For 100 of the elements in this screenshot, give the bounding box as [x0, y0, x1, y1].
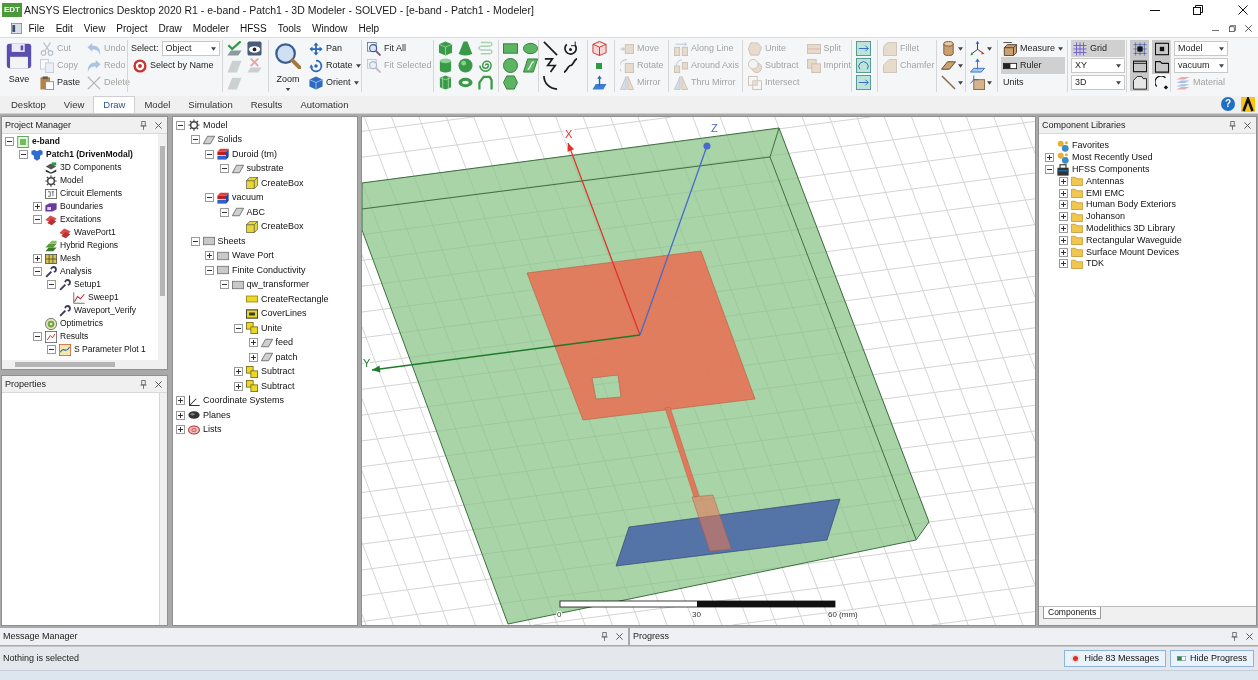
ellipse-icon[interactable] — [523, 41, 538, 56]
tree-item[interactable]: CoverLines — [245, 307, 308, 320]
circle-icon[interactable] — [503, 58, 518, 73]
eye-icon[interactable] — [247, 41, 262, 56]
tree-item[interactable]: Antennas — [1070, 175, 1126, 188]
dropdown[interactable]: Object — [161, 41, 220, 56]
toolbar-button[interactable]: Grid — [1071, 40, 1125, 57]
menu-item[interactable]: Draw — [153, 23, 188, 34]
expand-icon[interactable] — [1045, 153, 1054, 163]
close-icon[interactable] — [1245, 25, 1252, 32]
tree-item[interactable]: TDK — [1070, 257, 1105, 270]
collapse-icon[interactable] — [219, 207, 229, 217]
ribbon-tab[interactable]: Draw — [93, 96, 136, 113]
sheet-curve-icon[interactable] — [856, 58, 871, 73]
tree-item[interactable]: Lists — [187, 423, 223, 436]
tree-item[interactable]: Model — [44, 174, 85, 187]
menu-item[interactable]: Help — [353, 23, 385, 34]
bondwire-icon[interactable] — [478, 75, 493, 90]
collapse-icon[interactable] — [205, 149, 214, 159]
toolbar-button[interactable]: Hide Progress — [1169, 650, 1254, 667]
tree-item[interactable]: e-band — [16, 135, 61, 148]
point-icon[interactable] — [596, 62, 602, 69]
tree-item[interactable]: Rectangular Waveguide — [1070, 234, 1183, 247]
arc-icon[interactable] — [543, 75, 558, 90]
prism-icon[interactable] — [438, 75, 453, 90]
expand-icon[interactable] — [248, 352, 258, 362]
tree-item[interactable]: Modelithics 3D Library — [1070, 222, 1177, 235]
tree-item[interactable]: Setup1 — [58, 278, 102, 291]
tree-item[interactable]: patch — [259, 351, 299, 364]
tree-item[interactable]: Wave Port — [216, 249, 275, 262]
restore-icon[interactable] — [1229, 25, 1236, 32]
hexagon-icon[interactable] — [503, 75, 518, 90]
tool-menu-button[interactable] — [940, 40, 964, 57]
tree-item[interactable]: Circuit Elements — [44, 187, 123, 200]
scrollbar-thumb[interactable] — [15, 362, 115, 367]
ribbon-tab[interactable]: Simulation — [179, 96, 242, 113]
toolbar-button[interactable]: Units — [1001, 74, 1065, 91]
expand-icon[interactable] — [205, 251, 214, 261]
tool-menu-button[interactable] — [969, 40, 993, 57]
expand-icon[interactable] — [1059, 235, 1068, 245]
tree-item[interactable]: Boundaries — [44, 200, 104, 213]
ribbon-tab[interactable]: Model — [135, 96, 180, 113]
spiral-icon[interactable] — [478, 58, 493, 73]
tree-item[interactable]: Subtract — [245, 380, 296, 393]
pin-icon[interactable] — [1231, 632, 1238, 641]
toolbar-button[interactable]: Measure — [1001, 40, 1065, 57]
toolbar-button[interactable]: Pan — [307, 40, 363, 57]
collapse-icon[interactable] — [47, 280, 56, 289]
collapse-icon[interactable] — [190, 135, 200, 145]
wire-cube-icon[interactable] — [592, 41, 607, 56]
tree-item[interactable]: Results — [44, 330, 90, 343]
expand-icon[interactable] — [1059, 212, 1068, 222]
tree-item[interactable]: feed — [259, 336, 295, 349]
ribbon-tab[interactable]: Automation — [291, 96, 358, 113]
tree-item[interactable]: WavePort1 — [58, 226, 117, 239]
dropdown[interactable]: 3D — [1071, 75, 1125, 90]
collapse-icon[interactable] — [33, 332, 42, 341]
minimize-icon[interactable] — [1150, 9, 1160, 11]
restore-icon[interactable] — [1193, 5, 1203, 15]
plane-check-icon[interactable] — [227, 41, 242, 56]
menu-item[interactable]: View — [78, 23, 111, 34]
expand-icon[interactable] — [176, 410, 185, 420]
tree-item[interactable]: Human Body Exteriors — [1070, 198, 1178, 211]
ribbon-tab[interactable]: View — [54, 96, 94, 113]
collapse-icon[interactable] — [19, 150, 28, 159]
tree-item[interactable]: Sheets — [201, 235, 247, 248]
tree-item[interactable]: vacuum — [216, 191, 265, 204]
menu-item[interactable]: Window — [306, 23, 354, 34]
expand-icon[interactable] — [33, 254, 42, 263]
collapse-icon[interactable] — [205, 265, 214, 275]
tree-item[interactable]: Unite — [245, 322, 283, 335]
tool-menu-button[interactable] — [969, 74, 993, 91]
expand-icon[interactable] — [1059, 188, 1068, 198]
tree-item[interactable]: Patch1 (DrivenModal) — [30, 148, 134, 161]
menu-item[interactable]: File — [23, 23, 51, 34]
toolbar-button[interactable]: Paste — [38, 74, 82, 91]
tree-item[interactable]: Duroid (tm) — [216, 148, 278, 161]
collapse-icon[interactable] — [1045, 165, 1054, 174]
collapse-icon[interactable] — [219, 280, 229, 290]
toolbar-button[interactable]: Ruler — [1001, 57, 1065, 74]
view-toggle-button[interactable] — [1152, 74, 1171, 91]
tree-item[interactable]: CreateRectangle — [245, 293, 330, 306]
tree-item[interactable]: substrate — [230, 162, 285, 175]
menu-item[interactable]: Edit — [50, 23, 79, 34]
tree-item[interactable]: Planes — [187, 409, 232, 422]
tree-item[interactable]: Optimetrics — [44, 317, 104, 330]
pin-icon[interactable] — [601, 632, 608, 641]
toolbar-button[interactable]: Fit All — [365, 40, 434, 57]
expand-icon[interactable] — [33, 202, 42, 211]
line-icon[interactable] — [543, 41, 558, 56]
collapse-icon[interactable] — [33, 215, 42, 224]
close-icon[interactable] — [1238, 5, 1248, 15]
tool-menu-button[interactable] — [940, 74, 964, 91]
box-icon[interactable] — [438, 41, 453, 56]
collapse-icon[interactable] — [205, 193, 214, 203]
expand-icon[interactable] — [1059, 259, 1068, 269]
collapse-icon[interactable] — [33, 267, 42, 276]
expand-icon[interactable] — [234, 381, 243, 391]
collapse-icon[interactable] — [176, 120, 185, 130]
view-toggle-button[interactable] — [1130, 57, 1149, 74]
